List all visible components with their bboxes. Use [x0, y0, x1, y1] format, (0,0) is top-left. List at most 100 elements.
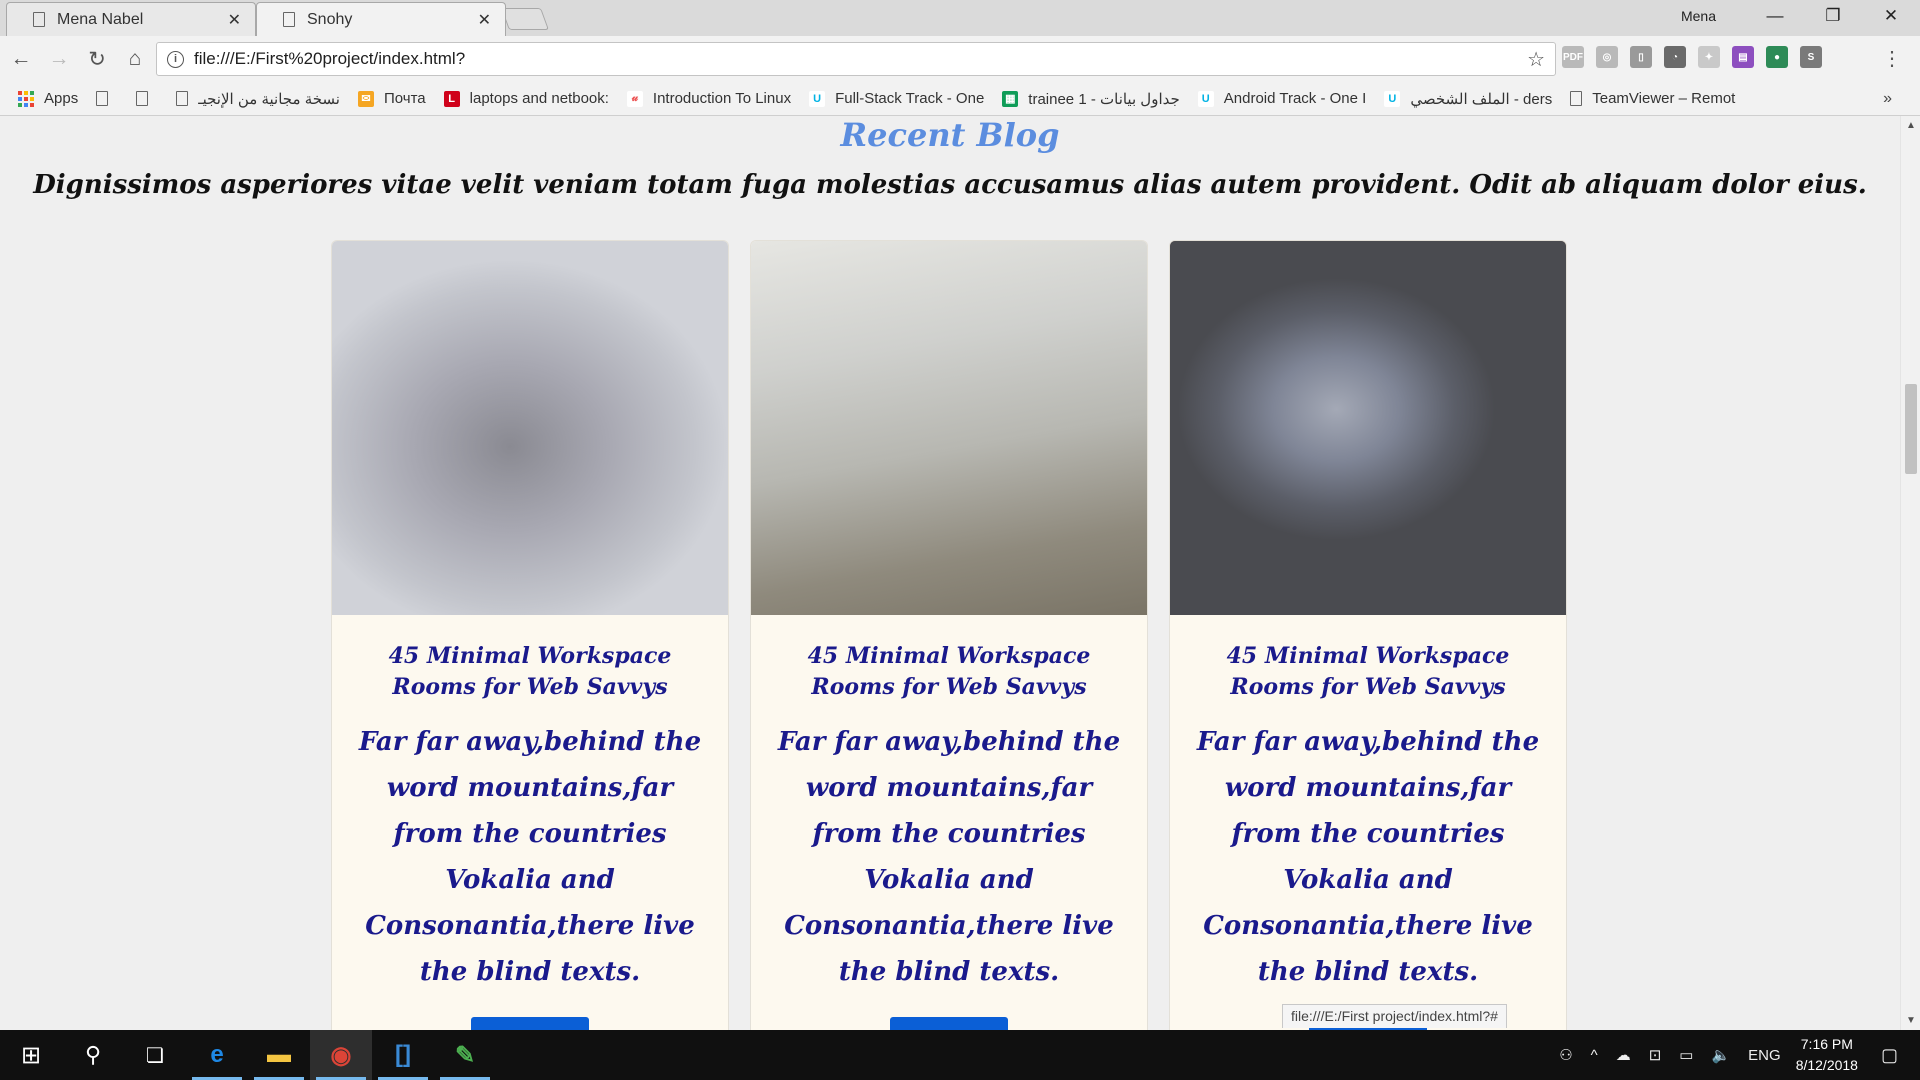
globe-extension-icon[interactable]: ◎: [1596, 46, 1618, 68]
task-view-button[interactable]: ❏: [124, 1030, 186, 1080]
blog-image: [332, 241, 728, 615]
bookmark-label: laptops and netbook:: [469, 90, 609, 107]
bookmark-label: نسخة مجانية من الإنجيـ: [198, 90, 340, 108]
battery-icon[interactable]: ▭: [1679, 1046, 1693, 1064]
udemy-icon: 𝓊: [626, 90, 643, 107]
taskbar-file-explorer[interactable]: ▬: [248, 1030, 310, 1080]
bookmark-item[interactable]: 𝓊 Introduction To Linux: [626, 90, 792, 107]
edge-icon: e: [210, 1041, 224, 1068]
purple-doc-extension-icon[interactable]: ▤: [1732, 46, 1754, 68]
section-subtitle: Dignissimos asperiores vitae velit venia…: [33, 170, 1867, 200]
taskbar-chrome[interactable]: ◉: [310, 1030, 372, 1080]
notifications-icon[interactable]: ▢: [1881, 1045, 1898, 1066]
read-more-button[interactable]: Read More: [890, 1017, 1008, 1030]
s-extension-icon[interactable]: S: [1800, 46, 1822, 68]
profile-name[interactable]: Mena: [1681, 8, 1716, 24]
colorful-globe-extension-icon[interactable]: ●: [1766, 46, 1788, 68]
bookmark-extension-icon[interactable]: ▯: [1630, 46, 1652, 68]
cloud-icon[interactable]: ☁: [1616, 1046, 1631, 1064]
blog-card: 45 Minimal Workspace Rooms for Web Savvy…: [1169, 240, 1567, 1030]
speed-extension-icon[interactable]: ◔: [1664, 46, 1686, 68]
close-tab-icon[interactable]: ✕: [478, 10, 491, 30]
site-info-icon[interactable]: i: [167, 50, 184, 68]
address-bar[interactable]: i file:///E:/First%20project/index.html?…: [156, 42, 1556, 76]
bookmark-item[interactable]: U Android Track - One I: [1197, 90, 1367, 107]
document-icon: [283, 12, 295, 27]
taskbar-apps: e ▬ ◉ [] ✎: [186, 1030, 496, 1080]
bookmark-item[interactable]: Llaptops and netbook:: [443, 90, 609, 107]
bookmark-label: Apps: [44, 90, 79, 107]
network-icon[interactable]: ⊡: [1649, 1046, 1662, 1064]
bookmark-item[interactable]: [96, 91, 118, 106]
udacity-icon: U: [1197, 90, 1214, 107]
tray-chevron-icon[interactable]: ^: [1591, 1047, 1598, 1064]
bookmark-item[interactable]: Apps: [18, 90, 78, 107]
bookmark-item[interactable]: [136, 91, 158, 106]
more-bookmarks-icon[interactable]: »: [1883, 90, 1892, 108]
mail-icon: ✉: [357, 90, 374, 107]
browser-toolbar: ← → ↻ ⌂ i file:///E:/First%20project/ind…: [0, 36, 1920, 82]
bookmark-label: Introduction To Linux: [652, 90, 792, 107]
language-indicator[interactable]: ENG: [1748, 1047, 1781, 1064]
read-more-button[interactable]: Read More: [471, 1017, 589, 1030]
minimize-icon[interactable]: —: [1746, 6, 1804, 26]
scroll-up-icon[interactable]: ▲: [1906, 120, 1916, 131]
tab-mena-nabel[interactable]: Mena Nabel ✕: [6, 2, 256, 36]
page-scrollbar[interactable]: ▲ ▼: [1900, 116, 1920, 1030]
bookmark-item[interactable]: U الملف الشخصي - ders: [1384, 90, 1552, 108]
bookmark-star-icon[interactable]: ☆: [1527, 47, 1545, 72]
system-tray: ⚇ ^ ☁ ⊡ ▭ 🔈 ENG 7:16 PM 8/12/2018 ▢: [1550, 1030, 1920, 1080]
bookmark-item[interactable]: U Full-Stack Track - One: [809, 90, 984, 107]
taskbar-paint[interactable]: ✎: [434, 1030, 496, 1080]
search-button[interactable]: ⚲: [62, 1030, 124, 1080]
close-window-icon[interactable]: ✕: [1862, 6, 1920, 26]
puzzle-extension-icon[interactable]: ✦: [1698, 46, 1720, 68]
udacity-icon: U: [1384, 90, 1401, 107]
blog-description: Far far away,behind the word mountains,f…: [358, 727, 702, 987]
bookmark-label: الملف الشخصي - ders: [1410, 90, 1553, 108]
restore-icon[interactable]: ❐: [1804, 6, 1862, 26]
tab-label: Mena Nabel: [57, 10, 144, 28]
search-icon: ⚲: [84, 1042, 102, 1067]
bookmark-item[interactable]: ✉ Почта: [357, 90, 426, 107]
document-icon: [1570, 91, 1583, 106]
blog-title: 45 Minimal Workspace Rooms for Web Savvy…: [388, 643, 672, 700]
volume-icon[interactable]: 🔈: [1711, 1046, 1730, 1064]
bookmark-item[interactable]: نسخة مجانية من الإنجيـ: [176, 90, 340, 108]
document-icon: [176, 91, 189, 106]
taskbar-bracket-app[interactable]: []: [372, 1030, 434, 1080]
bookmark-item[interactable]: ▦ trainee 1 - جداول بيانات: [1002, 90, 1180, 108]
new-tab-button[interactable]: [500, 8, 550, 30]
section-title: Recent Blog: [840, 116, 1060, 154]
scrollbar-thumb[interactable]: [1905, 384, 1917, 474]
forward-icon[interactable]: →: [42, 47, 76, 71]
back-icon[interactable]: ←: [4, 47, 38, 71]
clock[interactable]: 7:16 PM 8/12/2018: [1796, 1034, 1858, 1076]
tab-strip: Mena Nabel ✕ Snohy ✕ Mena — ❐ ✕: [0, 0, 1920, 36]
home-icon[interactable]: ⌂: [118, 47, 152, 71]
blog-image: [751, 241, 1147, 615]
bookmark-label: Android Track - One I: [1223, 90, 1367, 107]
document-icon: [33, 12, 45, 27]
pdf-extension-icon[interactable]: PDF: [1562, 46, 1584, 68]
tab-label: Snohy: [307, 10, 353, 28]
bookmark-item[interactable]: TeamViewer – Remot: [1570, 90, 1735, 107]
clock-time: 7:16 PM: [1800, 1036, 1853, 1052]
taskbar-edge[interactable]: e: [186, 1030, 248, 1080]
url-text[interactable]: file:///E:/First%20project/index.html?: [194, 49, 1527, 69]
close-tab-icon[interactable]: ✕: [228, 10, 241, 30]
tab-snohy[interactable]: Snohy ✕: [256, 2, 506, 36]
blog-title: 45 Minimal Workspace Rooms for Web Savvy…: [807, 643, 1091, 700]
bookmark-label: Почта: [383, 90, 426, 107]
document-icon: [136, 91, 149, 106]
scroll-down-icon[interactable]: ▼: [1906, 1015, 1916, 1026]
document-icon: [96, 91, 109, 106]
windows-taskbar: ⊞ ⚲ ❏ e ▬ ◉ [] ✎ ⚇ ^ ☁ ⊡ ▭ 🔈 ENG 7:16 PM 8/1…: [0, 1030, 1920, 1080]
blog-card: 45 Minimal Workspace Rooms for Web Savvy…: [331, 240, 729, 1030]
menu-icon[interactable]: ⋮: [1882, 46, 1902, 71]
people-icon[interactable]: ⚇: [1559, 1046, 1572, 1064]
blog-card: 45 Minimal Workspace Rooms for Web Savvy…: [750, 240, 1148, 1030]
reload-icon[interactable]: ↻: [80, 47, 114, 72]
blog-title: 45 Minimal Workspace Rooms for Web Savvy…: [1226, 643, 1510, 700]
start-button[interactable]: ⊞: [0, 1030, 62, 1080]
